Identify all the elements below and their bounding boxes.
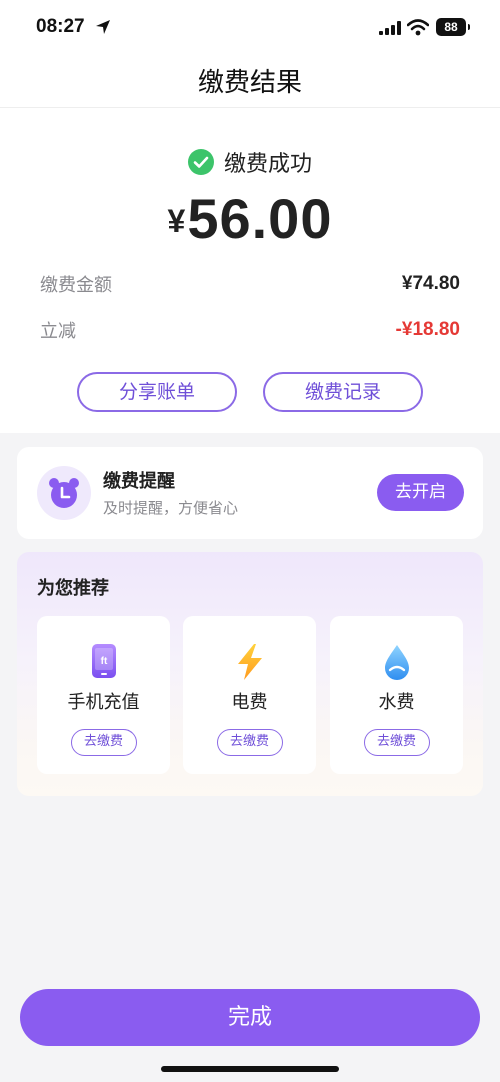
- payment-status-text: 缴费成功: [223, 152, 312, 177]
- discount-value: -¥18.80: [395, 319, 460, 340]
- home-indicator: [161, 1066, 339, 1072]
- detail-value: ¥74.80: [401, 273, 460, 294]
- reminder-subtitle: 及时提醒，方便省心: [103, 499, 239, 517]
- status-time: 08:27: [36, 16, 85, 37]
- reminder-title: 缴费提醒: [103, 471, 175, 492]
- battery-indicator: 88: [436, 18, 470, 36]
- paid-amount: ¥56.00: [0, 186, 500, 251]
- rec-name: 水费: [378, 692, 415, 713]
- detail-row-total: 缴费金额 ¥74.80: [40, 269, 460, 299]
- rec-name: 手机充值: [67, 692, 140, 713]
- rec-pay-button[interactable]: 去缴费: [363, 729, 430, 756]
- location-arrow-icon: [96, 20, 110, 34]
- payment-reminder-card: 缴费提醒 及时提醒，方便省心 去开启: [17, 447, 483, 539]
- cellular-signal-icon: [379, 21, 401, 35]
- section-title: 为您推荐: [37, 578, 109, 599]
- phone-icon: ft: [91, 644, 116, 678]
- svg-text:ft: ft: [100, 656, 107, 667]
- rec-pay-button[interactable]: 去缴费: [216, 729, 283, 756]
- nav-header: 缴费结果: [0, 56, 500, 108]
- share-bill-button[interactable]: 分享账单: [77, 372, 237, 412]
- detail-row-discount: 立减 -¥18.80: [40, 315, 460, 345]
- payment-status: 缴费成功: [0, 146, 500, 178]
- rec-name: 电费: [231, 692, 268, 713]
- detail-label: 立减: [40, 321, 76, 342]
- rec-card-water[interactable]: 水费 去缴费: [330, 616, 463, 774]
- status-bar: 08:27 88: [0, 0, 500, 56]
- rec-card-phone-topup[interactable]: ft 手机充值 去缴费: [37, 616, 170, 774]
- rec-pay-button[interactable]: 去缴费: [70, 729, 137, 756]
- amount-value: 56.00: [187, 187, 333, 250]
- page-title: 缴费结果: [197, 68, 302, 98]
- recommendations-section: 为您推荐 ft 手机充值 去缴费 电费 去缴费 水费 去缴费: [17, 552, 483, 796]
- currency-symbol: ¥: [167, 203, 186, 239]
- reminder-icon-badge: [37, 466, 91, 520]
- detail-label: 缴费金额: [40, 275, 112, 296]
- payment-records-button[interactable]: 缴费记录: [263, 372, 423, 412]
- wifi-icon: [407, 19, 429, 36]
- alarm-clock-icon: [49, 478, 79, 508]
- rec-card-electricity[interactable]: 电费 去缴费: [183, 616, 316, 774]
- water-drop-icon: [384, 645, 409, 680]
- payment-result-card: 缴费成功 ¥56.00 缴费金额 ¥74.80 立减 -¥18.80 分享账单 …: [0, 108, 500, 433]
- lightning-icon: [237, 644, 262, 680]
- done-button[interactable]: 完成: [20, 989, 480, 1046]
- enable-reminder-button[interactable]: 去开启: [377, 474, 464, 511]
- check-circle-icon: [187, 149, 214, 175]
